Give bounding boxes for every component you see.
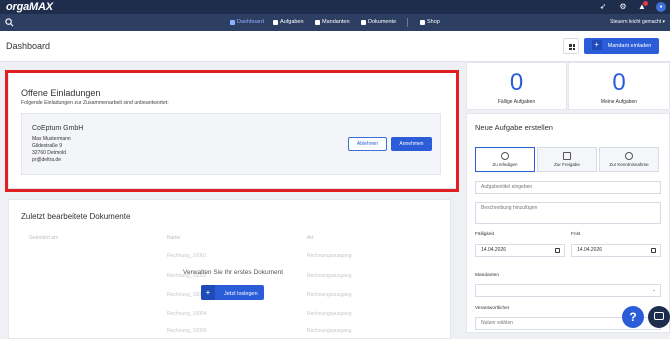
cart-icon — [420, 20, 425, 25]
plus-icon: + — [201, 285, 215, 300]
tagline-dropdown[interactable]: Steuern leicht gemacht ▾ — [610, 14, 665, 31]
due-date-label: Fälligkeit — [475, 232, 494, 237]
search-icon[interactable] — [5, 18, 14, 27]
invitations-title: Offene Einladungen — [21, 88, 101, 98]
dashboard-icon — [230, 20, 235, 25]
company-name: CoEptum GmbH — [32, 125, 84, 132]
table-row: Rechnungsausgang — [307, 273, 352, 279]
task-description-input[interactable]: Beschreibung hinzufügen — [475, 202, 661, 224]
new-task-title: Neue Aufgabe erstellen — [475, 123, 553, 132]
get-started-button[interactable]: + Jetzt loslegen — [201, 285, 264, 300]
chevron-down-icon: ⌄ — [651, 287, 656, 293]
due-tasks-label: Fällige Aufgaben — [497, 99, 536, 105]
app-logo[interactable]: orgaMAX — [6, 1, 53, 13]
table-row: Rechnungsausgang — [307, 311, 352, 317]
table-row: Rechnungsausgang — [307, 328, 352, 334]
invite-client-button[interactable]: + Mandant einladen — [584, 38, 659, 54]
chat-button[interactable] — [648, 306, 670, 328]
nav-divider — [407, 18, 408, 27]
nav-aufgaben[interactable]: Aufgaben — [273, 14, 304, 31]
due-tasks-count: 0 — [509, 69, 524, 96]
top-bar: orgaMAX ➶ ⚙ ▲ ● — [0, 0, 670, 14]
deadline-input[interactable]: 14.04.2026 — [571, 244, 661, 257]
user-avatar[interactable]: ● — [656, 2, 666, 12]
table-row: Rechnung_10001 — [167, 253, 207, 259]
page-header: Dashboard + Mandant einladen — [0, 31, 670, 62]
calendar-icon — [651, 248, 656, 253]
table-row: Rechnung_10004 — [167, 311, 207, 317]
main-nav: Dashboard Aufgaben Mandanten Dokumente S… — [0, 14, 670, 31]
users-icon — [315, 20, 320, 25]
invitations-subtitle: Folgende Einladungen zur Zusammenarbeit … — [21, 100, 169, 106]
my-tasks-count: 0 — [612, 69, 626, 96]
accept-button[interactable]: Annehmen — [391, 137, 432, 151]
help-button[interactable]: ? — [622, 306, 644, 328]
email: pr@deltra.de — [32, 157, 61, 163]
nav-dokumente[interactable]: Dokumente — [361, 14, 396, 31]
col-modified: Geändert am — [29, 235, 59, 241]
col-name: Name — [167, 235, 181, 241]
gear-icon[interactable]: ⚙ — [618, 2, 628, 12]
document-icon — [361, 20, 366, 25]
task-title-input[interactable]: Aufgabentitel eingeben — [475, 181, 661, 194]
nav-dashboard[interactable]: Dashboard — [230, 14, 264, 31]
edit-icon — [563, 152, 571, 160]
due-date-input[interactable]: 14.04.2026 — [475, 244, 565, 257]
chat-icon — [654, 312, 664, 320]
client-label: Mandanten — [475, 273, 500, 278]
recent-documents-card: Zuletzt bearbeitete Dokumente Geändert a… — [8, 199, 451, 339]
page-title: Dashboard — [6, 41, 51, 51]
client-select[interactable]: ⌄ — [475, 284, 661, 297]
col-type: Art — [307, 235, 314, 241]
type-todo[interactable]: Zu erledigen — [475, 147, 535, 172]
type-approval[interactable]: Zur Freigabe — [537, 147, 597, 172]
owner-label: Verantwortlicher — [475, 306, 510, 311]
clipboard-icon — [273, 20, 278, 25]
grid-view-button[interactable] — [563, 38, 579, 54]
nav-shop[interactable]: Shop — [420, 14, 440, 31]
table-row: Rechnung_10005 — [167, 328, 207, 334]
empty-state-message: Verwalten Sie Ihr erstes Dokument — [183, 269, 284, 276]
street: Gildestraße 9 — [32, 143, 63, 149]
calendar-icon — [555, 248, 560, 253]
table-row: Rechnungsausgang — [307, 253, 352, 259]
contact-name: Max Mustermann — [32, 136, 71, 142]
city: 32760 Detmold — [32, 150, 66, 156]
deadline-label: Frist — [571, 232, 581, 237]
check-icon — [501, 152, 509, 160]
table-row: Rechnungsausgang — [307, 292, 352, 298]
rocket-icon[interactable]: ➶ — [598, 2, 608, 12]
open-invitations-card: Offene Einladungen Folgende Einladungen … — [8, 72, 457, 189]
decline-button[interactable]: Ablehnen — [348, 137, 387, 151]
eye-icon — [625, 152, 633, 160]
due-tasks-stat[interactable]: 0 Fällige Aufgaben — [466, 62, 567, 110]
my-tasks-label: Meine Aufgaben — [600, 99, 638, 105]
notification-badge — [643, 1, 648, 6]
documents-title: Zuletzt bearbeitete Dokumente — [21, 212, 131, 221]
plus-icon: + — [591, 40, 602, 50]
new-task-card: Neue Aufgabe erstellen Zu erledigen Zur … — [466, 113, 670, 333]
nav-mandanten[interactable]: Mandanten — [315, 14, 350, 31]
invitation-item: CoEptum GmbH Max Mustermann Gildestraße … — [21, 113, 441, 175]
my-tasks-stat[interactable]: 0 Meine Aufgaben — [568, 62, 670, 110]
type-info[interactable]: Zur Kenntnisnahme — [599, 147, 659, 172]
